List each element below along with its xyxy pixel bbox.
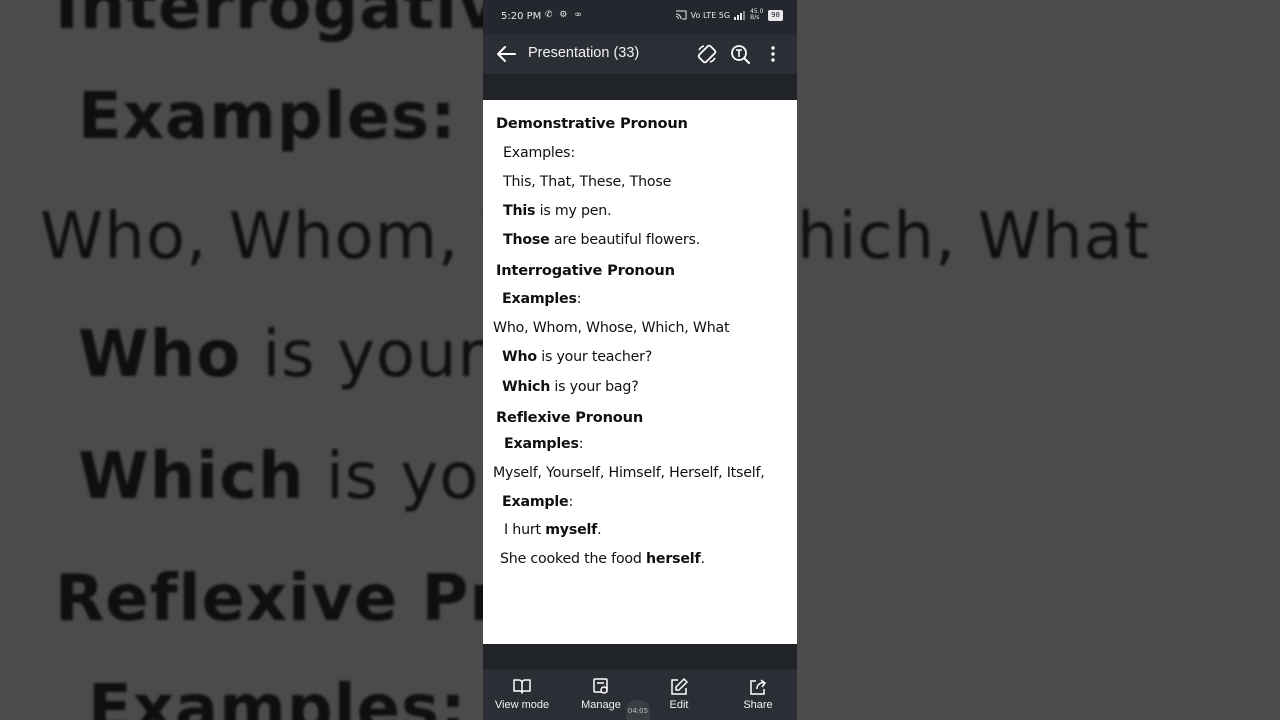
slide-line: I hurt myself. xyxy=(504,522,602,538)
status-app-icons: ✆ ⚙ ∞ xyxy=(545,10,584,20)
status-time: 5:20 PM xyxy=(501,11,542,22)
edit-icon xyxy=(671,678,688,695)
bg-line: Which is you xyxy=(78,440,521,514)
slide-line: Example: xyxy=(502,494,574,510)
arrow-left-icon[interactable] xyxy=(495,44,517,64)
toolbar-divider xyxy=(483,74,797,100)
signal-text: Vo LTE 5G xyxy=(690,10,731,20)
bg-line: Examples: xyxy=(88,672,467,720)
bg-line: hich, What xyxy=(797,200,1150,274)
phone-screen: 5:20 PM ✆ ⚙ ∞ Vo LTE 5G 45.0 B/s 98 Pres… xyxy=(483,0,797,720)
share-label: Share xyxy=(743,699,773,711)
bg-line: Who, Whom, W xyxy=(40,200,545,274)
text-search-icon[interactable] xyxy=(729,43,751,65)
slide-canvas[interactable]: Demonstrative Pronoun Examples: This, Th… xyxy=(483,100,797,644)
app-bar: Presentation (33) xyxy=(483,34,797,74)
slide-heading: Demonstrative Pronoun xyxy=(496,115,688,132)
slide-heading: Interrogative Pronoun xyxy=(496,262,675,279)
view-mode-button[interactable]: View mode xyxy=(483,669,561,720)
video-timestamp: 04:05 xyxy=(626,700,650,720)
slide-line: Examples: xyxy=(502,291,582,307)
screen-rotate-icon[interactable] xyxy=(696,43,718,65)
page-title: Presentation (33) xyxy=(528,45,640,61)
edit-label: Edit xyxy=(669,699,689,711)
slide-line: This is my pen. xyxy=(503,203,612,219)
slide-line: Myself, Yourself, Himself, Herself, Itse… xyxy=(493,465,765,481)
slide-line: Who, Whom, Whose, Which, What xyxy=(493,320,730,336)
status-indicators: Vo LTE 5G 45.0 B/s 98 xyxy=(675,9,783,21)
bg-line: Examples: xyxy=(78,80,457,154)
slide-line: She cooked the food herself. xyxy=(500,551,705,567)
book-open-icon xyxy=(513,679,531,694)
bottom-divider xyxy=(483,644,797,669)
bg-line: Interrogative xyxy=(55,0,546,44)
bg-line: Reflexive Pro xyxy=(55,562,547,636)
slide-line: Examples: xyxy=(504,436,584,452)
slide-line: Those are beautiful flowers. xyxy=(503,232,701,248)
manage-slides-icon xyxy=(593,678,608,694)
slide-line: Examples: xyxy=(503,145,575,161)
share-button[interactable]: Share xyxy=(719,669,797,720)
slide-line: Which is your bag? xyxy=(502,379,639,395)
battery-icon: 98 xyxy=(768,9,783,21)
bg-line: Who is your t xyxy=(78,318,533,392)
share-icon xyxy=(750,679,766,695)
status-bar: 5:20 PM ✆ ⚙ ∞ Vo LTE 5G 45.0 B/s 98 xyxy=(483,0,797,34)
slide-line: This, That, These, Those xyxy=(503,174,672,190)
cast-icon xyxy=(675,10,687,20)
edit-button[interactable]: Edit xyxy=(640,669,718,720)
slide-line: Who is your teacher? xyxy=(502,349,653,365)
more-vertical-icon[interactable] xyxy=(762,43,784,65)
slide-heading: Reflexive Pronoun xyxy=(496,409,644,426)
signal-icon xyxy=(734,10,746,20)
network-speed: 45.0 B/s xyxy=(750,8,764,21)
view-mode-label: View mode xyxy=(494,699,550,711)
